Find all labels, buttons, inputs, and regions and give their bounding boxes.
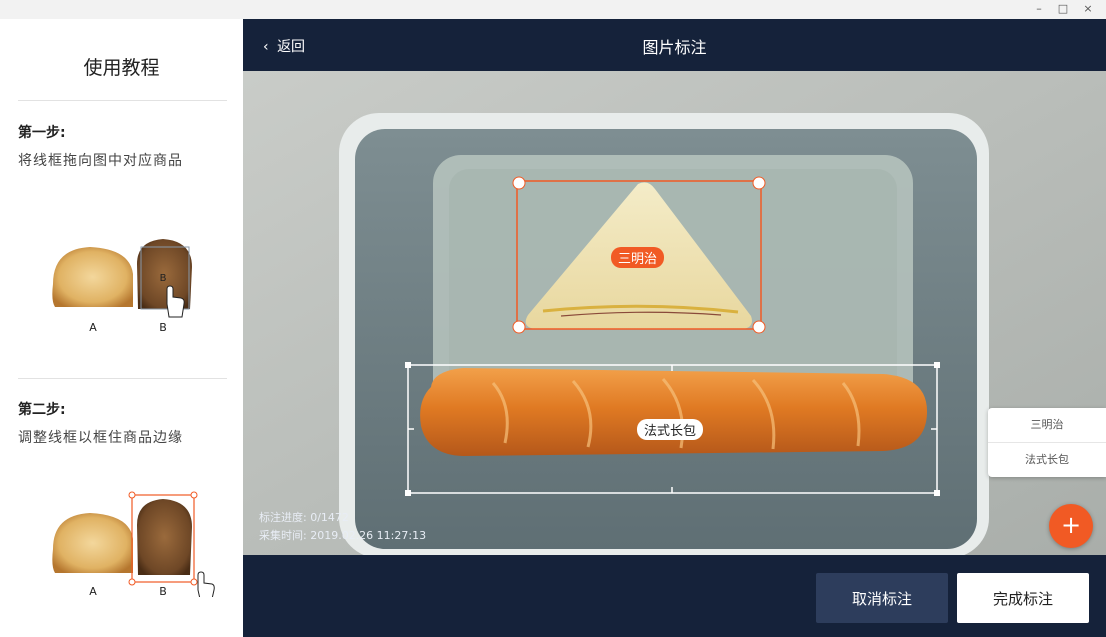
step-two-title: 第二步: [18,402,66,418]
corner-handle [128,491,136,499]
label-list-panel: 三明治 法式长包 [988,408,1106,477]
resize-handle-icon[interactable] [752,320,766,334]
label-option-sandwich[interactable]: 三明治 [988,408,1106,443]
divider [18,100,227,101]
step-one-title: 第一步: [18,125,66,141]
resize-handle-icon[interactable] [405,490,411,496]
baguette-label: 法式长包 [637,419,704,440]
step-two-illustration: A B [52,491,215,597]
label-b: B [159,321,167,334]
toast-b-shape [137,499,192,575]
label-a: A [89,585,97,597]
bread-a-shape [52,513,134,573]
capture-time-text: 采集时间: 2019.02.26 11:27:13 [259,529,427,542]
hand-cursor-icon [197,571,215,597]
box-label-b: B [160,273,167,284]
window-titlebar: – □ × [0,0,1106,19]
resize-handle-icon[interactable] [512,176,526,190]
back-button[interactable]: ‹ 返回 [263,36,305,56]
resize-handle-icon[interactable] [405,362,411,368]
sandwich-label: 三明治 [611,247,665,268]
add-label-button[interactable]: + [1049,504,1093,548]
close-icon[interactable]: × [1080,2,1096,16]
resize-handle-icon[interactable] [934,490,940,496]
minimize-icon[interactable]: – [1031,2,1047,16]
label-option-baguette[interactable]: 法式长包 [988,443,1106,477]
maximize-icon[interactable]: □ [1055,2,1071,16]
divider [18,378,227,379]
resize-handle-icon[interactable] [512,320,526,334]
progress-text: 标注进度: 0/1472 [259,511,349,524]
corner-handle [190,578,198,586]
back-label: 返回 [277,39,306,55]
tutorial-title: 使用教程 [83,57,160,79]
plus-icon: + [1060,511,1082,539]
bread-a-shape [52,247,134,307]
resize-handle-icon[interactable] [934,362,940,368]
step-two-desc: 调整线框以框住商品边缘 [18,430,183,446]
annotation-photo[interactable]: 三明治 法式长包 标注进度: 0/1472 采集时间: 2019.02.26 1… [243,71,1106,555]
cancel-annotation-button[interactable]: 取消标注 [816,573,948,623]
step-one-illustration: B A B [52,239,192,334]
page-title: 图片标注 [642,38,707,57]
annotation-main: ‹ 返回 图片标注 三明治 法式长包 标注进度: 0/1472 采集时间: 20… [243,19,1106,637]
resize-handle-icon[interactable] [752,176,766,190]
header-bar: ‹ 返回 图片标注 [243,19,1106,71]
complete-annotation-button[interactable]: 完成标注 [957,573,1089,623]
corner-handle [190,491,198,499]
photo-canvas [243,71,1106,555]
tutorial-sidebar: 使用教程 第一步: 将线框拖向图中对应商品 B A B 第二步: 调整线框以框住… [0,19,243,637]
chevron-left-icon: ‹ [263,39,269,55]
label-a: A [89,321,97,334]
step-one-desc: 将线框拖向图中对应商品 [18,153,183,169]
baguette-shape [420,368,928,456]
label-b: B [159,585,167,597]
corner-handle [128,578,136,586]
footer-bar: 取消标注 完成标注 [243,555,1106,637]
